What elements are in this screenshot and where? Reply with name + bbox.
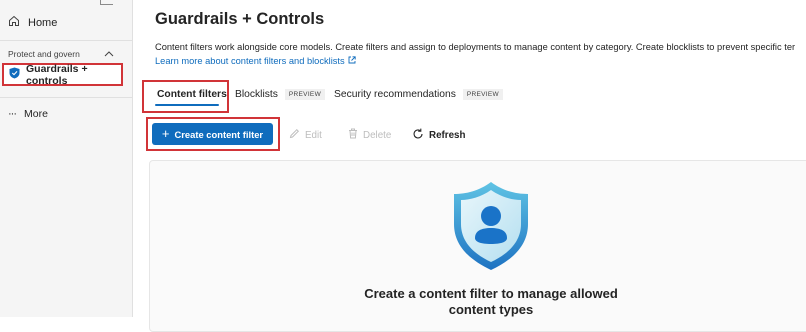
edit-label: Edit [305, 129, 322, 141]
create-button-label: Create content filter [174, 128, 264, 140]
tab-blocklists[interactable]: Blocklists PREVIEW [235, 89, 325, 100]
page-title: Guardrails + Controls [155, 10, 325, 28]
sidebar-divider [0, 40, 132, 41]
sidebar-item-label: Home [28, 16, 58, 29]
plus-icon: + [161, 126, 170, 141]
create-content-filter-button[interactable]: + Create content filter [152, 123, 273, 145]
tab-content-filters[interactable]: Content filters [157, 89, 227, 100]
page-description: Content filters work alongside core mode… [155, 42, 796, 52]
refresh-button[interactable]: Refresh [412, 128, 465, 143]
sidebar-item-guardrails[interactable]: Guardrails + controls [2, 62, 123, 87]
delete-button[interactable]: Delete [348, 128, 391, 142]
tab-security-recommendations[interactable]: Security recommendations PREVIEW [334, 89, 503, 100]
delete-label: Delete [363, 129, 392, 141]
refresh-icon [412, 128, 424, 143]
sidebar: Home Protect and govern Guardrails + con… [0, 0, 133, 317]
sidebar-item-more[interactable]: ··· More [8, 108, 48, 120]
sidebar-item-label: More [24, 108, 48, 120]
section-label: Protect and govern [8, 49, 80, 59]
trash-icon [348, 128, 358, 142]
tab-label: Security recommendations [334, 89, 456, 100]
learn-more-link[interactable]: Learn more about content filters and blo… [155, 56, 356, 66]
sidebar-item-home[interactable]: Home [8, 15, 57, 30]
sidebar-section-header[interactable]: Protect and govern [8, 49, 114, 59]
sidebar-divider [0, 97, 132, 98]
tab-label: Blocklists [235, 89, 278, 100]
active-tab-indicator [155, 104, 219, 106]
external-link-icon [348, 56, 356, 66]
preview-badge: PREVIEW [462, 89, 503, 100]
shield-person-icon [446, 180, 536, 277]
home-icon [8, 15, 20, 30]
edit-button[interactable]: Edit [289, 128, 322, 142]
shield-icon [9, 67, 20, 82]
refresh-label: Refresh [429, 130, 466, 141]
chevron-up-icon [104, 49, 114, 59]
tab-label: Content filters [157, 89, 227, 100]
learn-more-label: Learn more about content filters and blo… [155, 56, 345, 66]
pencil-icon [289, 128, 300, 142]
sidebar-top-edge [100, 0, 113, 5]
more-icon: ··· [8, 108, 17, 120]
sidebar-item-label: Guardrails + controls [26, 62, 88, 87]
empty-state-title: Create a content filter to manage allowe… [364, 286, 618, 317]
preview-badge: PREVIEW [284, 89, 325, 100]
